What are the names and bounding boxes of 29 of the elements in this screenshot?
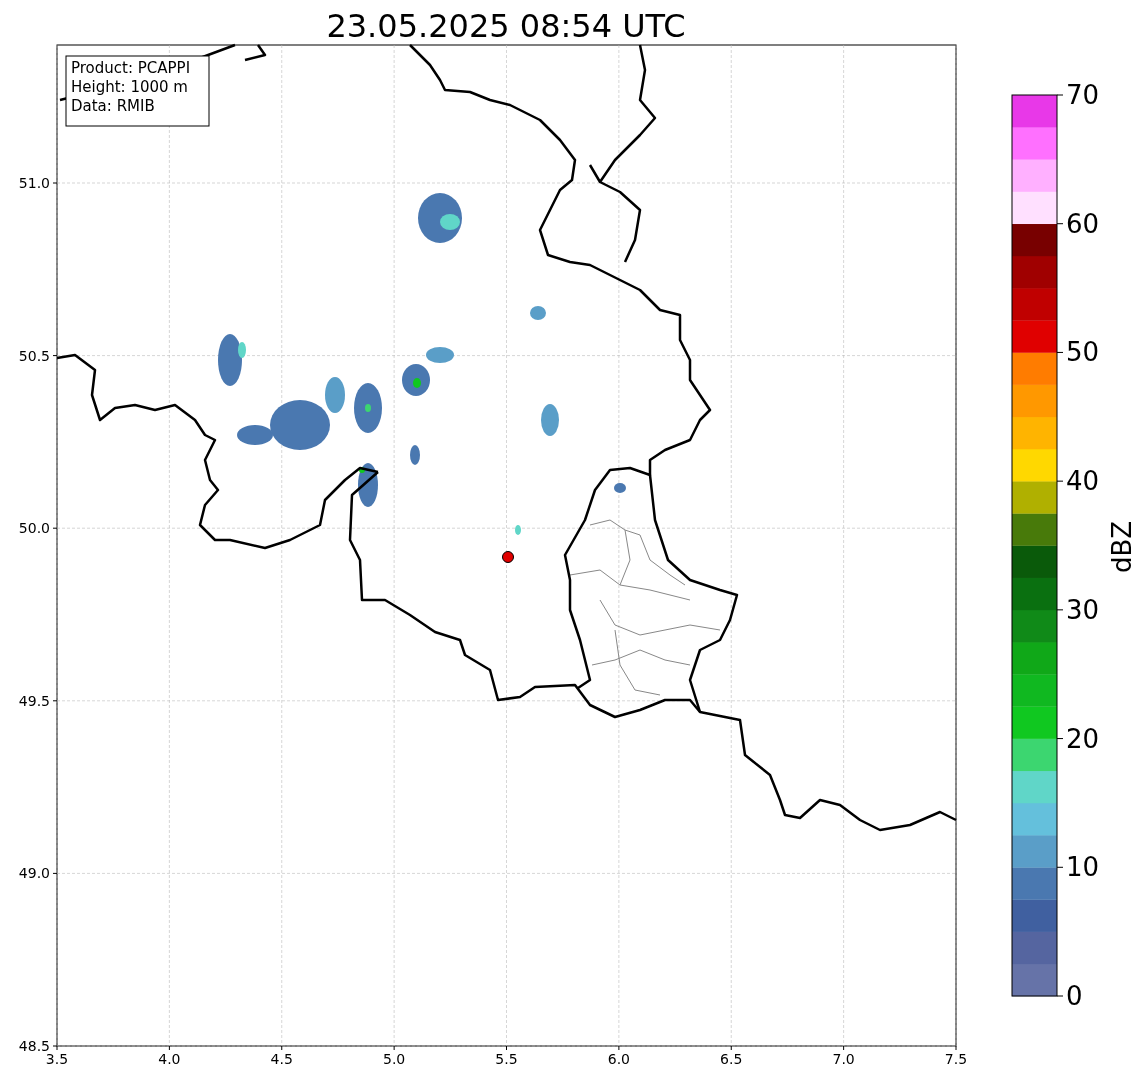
y-tick-label: 49.0: [18, 865, 50, 882]
x-tick-label: 4.0: [158, 1051, 181, 1067]
colorbar-tick-label: 20: [1066, 723, 1100, 754]
y-tick-label: 51.0: [18, 175, 50, 191]
x-tick-label: 6.0: [607, 1051, 630, 1067]
colorbar-tick-label: 10: [1066, 852, 1100, 883]
info-text: Data: RMIB: [71, 97, 155, 115]
colorbar-tick-label: 50: [1066, 337, 1100, 368]
x-tick-label: 5.0: [383, 1051, 406, 1067]
info-text: Height: 1000 m: [71, 78, 188, 96]
x-tick-label: 4.5: [270, 1051, 293, 1067]
y-tick-label: 50.0: [18, 520, 50, 537]
colorbar-tick-label: 0: [1066, 981, 1083, 1011]
colorbar-tick-label: 30: [1066, 594, 1100, 625]
x-tick-label: 6.5: [720, 1051, 743, 1067]
colorbar-label: dBZ: [1107, 520, 1137, 574]
x-tick-label: 3.5: [45, 1051, 69, 1067]
colorbar-tick-label: 70: [1066, 80, 1100, 110]
x-tick-label: 5.5: [495, 1051, 518, 1067]
colorbar-tick-label: 40: [1066, 466, 1100, 497]
y-tick-label: 49.5: [18, 692, 50, 709]
plot-title: 23.05.2025 08:54 UTC: [326, 7, 686, 45]
radar-site-marker: [502, 551, 514, 563]
x-tick-label: 7.0: [832, 1051, 855, 1067]
x-tick-label: 7.5: [944, 1051, 968, 1067]
info-text: Product: PCAPPI: [71, 59, 191, 77]
y-tick-label: 48.5: [18, 1038, 50, 1054]
colorbar-tick-label: 60: [1066, 208, 1100, 239]
y-tick-label: 50.5: [18, 347, 50, 364]
